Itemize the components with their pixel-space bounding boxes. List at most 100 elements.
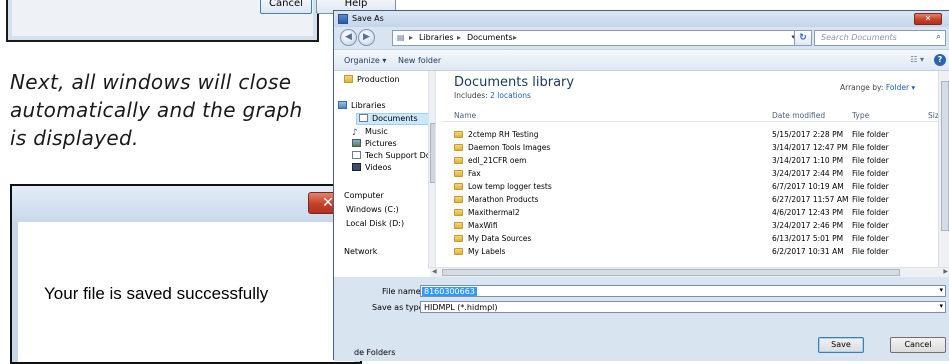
scroll-thumb[interactable] [430, 123, 435, 183]
command-toolbar: Organize ▾ New folder ☷ ▾ ? [334, 49, 949, 71]
list-item[interactable]: Fax 3/24/2017 2:44 PM File folder [442, 168, 940, 179]
message-body: Your file is saved successfully [18, 222, 354, 362]
save-as-dialog: Save As ✕ ◀ ▶ ▤ ▸ Libraries ▸ Documents … [333, 10, 949, 361]
music-icon: ♪ [352, 128, 358, 138]
window-title: Save As [352, 14, 384, 23]
folder-icon [454, 157, 463, 164]
save-type-label: Save as type: [372, 303, 427, 312]
nav-item-music[interactable]: ♪ Music [352, 127, 388, 139]
list-item[interactable]: My Labels 6/2/2017 10:31 AM File folder [442, 246, 940, 257]
cancel-button[interactable]: Cancel [890, 337, 946, 353]
libraries-icon [338, 101, 347, 109]
refresh-button[interactable]: ↻ [794, 30, 812, 46]
app-icon [338, 14, 348, 24]
search-box[interactable]: Search Documents ⌕ [814, 30, 946, 46]
save-type-select[interactable]: HIDMPL (*.hidmpl) ▾ [420, 301, 946, 313]
pictures-icon [352, 139, 361, 147]
file-name-label: File name: [382, 287, 424, 296]
back-button[interactable]: ◀ [340, 29, 357, 46]
nav-item-network[interactable]: Network [344, 247, 377, 259]
arrange-by: Arrange by: Folder ▾ [840, 83, 916, 92]
nav-item-windows-c[interactable]: Windows (C:) [346, 205, 399, 217]
horizontal-scrollbar[interactable]: ◀ ▶ [430, 267, 949, 277]
chevron-right-icon: ▸ [513, 33, 518, 42]
list-item[interactable]: Daemon Tools Images 3/14/2017 12:47 PM Fil… [442, 142, 940, 153]
data-sources-icon [454, 235, 463, 242]
location-icon: ▤ [397, 33, 405, 42]
nav-item-pictures[interactable]: Pictures [352, 139, 397, 151]
navigation-bar: ◀ ▶ ▤ ▸ Libraries ▸ Documents ▸ ▾ ↻ Sear… [334, 27, 949, 49]
documents-icon [352, 151, 361, 159]
help-icon[interactable]: ? [934, 54, 946, 66]
navigation-pane: Production Libraries Documents ♪ Music Pi… [334, 71, 436, 269]
folder-icon [454, 222, 463, 229]
new-folder-button[interactable]: New folder [398, 56, 441, 65]
previous-dialog: Cancel Help [6, 0, 396, 42]
file-name-input[interactable]: 8160300663 ▾ [420, 285, 946, 297]
views-icon[interactable]: ☷ ▾ [910, 55, 924, 64]
list-item[interactable]: Maxithermal2 4/6/2017 12:43 PM File folder [442, 207, 940, 218]
nav-item-tech-support[interactable]: Tech Support Do [352, 151, 431, 163]
file-list: Documents library Includes: 2 locations … [442, 71, 943, 267]
header-divider [442, 121, 940, 122]
folder-icon [454, 248, 463, 255]
success-message: Your file is saved successfully [44, 284, 269, 303]
list-item[interactable]: My Data Sources 6/13/2017 5:01 PM File fol… [442, 233, 940, 244]
nav-item-local-disk-d[interactable]: Local Disk (D:) [346, 219, 404, 231]
breadcrumb-libraries[interactable]: Libraries [419, 33, 454, 42]
list-item[interactable]: edl_21CFR oem 3/14/2017 1:10 PM File folde… [442, 155, 940, 166]
list-item[interactable]: Low temp logger tests 6/7/2017 10:19 AM Fi… [442, 181, 940, 192]
scroll-left-icon[interactable]: ◀ [432, 268, 437, 275]
scroll-thumb[interactable] [941, 81, 949, 231]
search-icon[interactable]: ⌕ [936, 32, 941, 42]
success-message-box: ✕ Your file is saved successfully [10, 184, 362, 364]
folder-icon [454, 209, 463, 216]
close-icon[interactable]: ✕ [914, 13, 942, 25]
chevron-right-icon: ▸ [457, 33, 462, 42]
forward-button[interactable]: ▶ [358, 29, 375, 46]
save-type-value: HIDMPL (*.hidmpl) [424, 303, 498, 312]
nav-item-computer[interactable]: Computer [344, 191, 384, 203]
documents-icon [359, 114, 368, 122]
column-header-date[interactable]: Date modified [772, 111, 825, 120]
cancel-button[interactable]: Cancel [260, 0, 312, 14]
folder-icon [454, 183, 463, 190]
folder-icon [454, 170, 463, 177]
nav-item-libraries[interactable]: Libraries [338, 101, 386, 113]
library-title: Documents library [454, 75, 575, 90]
address-bar[interactable]: ▤ ▸ Libraries ▸ Documents ▸ ▾ [392, 30, 798, 46]
file-list-scrollbar[interactable] [938, 71, 949, 267]
scroll-right-icon[interactable]: ▶ [943, 268, 948, 275]
nav-item-videos[interactable]: Videos [352, 163, 392, 175]
nav-scrollbar[interactable] [428, 71, 435, 269]
list-item[interactable]: MaxWifi 3/24/2017 2:46 PM File folder [442, 220, 940, 231]
library-includes: Includes: 2 locations [454, 91, 531, 100]
content-area: Production Libraries Documents ♪ Music Pi… [334, 71, 949, 277]
save-button[interactable]: Save [818, 337, 864, 353]
breadcrumb-documents[interactable]: Documents [467, 33, 513, 42]
videos-icon [352, 163, 361, 171]
instruction-text: Next, all windows will close automatical… [10, 70, 303, 150]
save-as-titlebar: Save As ✕ [334, 11, 949, 27]
folder-icon [344, 75, 353, 83]
scroll-thumb[interactable] [442, 269, 900, 276]
arrange-by-dropdown[interactable]: Folder ▾ [886, 83, 915, 92]
file-name-value: 8160300663 [422, 287, 477, 296]
column-header-name[interactable]: Name [454, 111, 476, 120]
list-item[interactable]: 2ctemp RH Testing 5/15/2017 2:28 PM File f… [442, 129, 940, 140]
chevron-down-icon[interactable]: ▾ [939, 302, 943, 310]
nav-item-production[interactable]: Production [344, 75, 400, 87]
organize-menu[interactable]: Organize ▾ [344, 56, 386, 65]
save-panel: File name: 8160300663 ▾ Save as type: HI… [334, 277, 949, 361]
chevron-right-icon: ▸ [409, 33, 414, 42]
chevron-down-icon[interactable]: ▾ [939, 286, 943, 294]
column-header-type[interactable]: Type [852, 111, 869, 120]
nav-item-documents[interactable]: Documents [356, 113, 432, 125]
locations-link[interactable]: 2 locations [490, 91, 531, 100]
search-placeholder: Search Documents [821, 33, 897, 42]
folder-icon [454, 196, 463, 203]
folder-icon [454, 131, 463, 138]
folder-icon [454, 144, 463, 151]
list-item[interactable]: Marathon Products 6/27/2017 11:57 AM File … [442, 194, 940, 205]
hide-folders-toggle[interactable]: de Folders [354, 348, 395, 357]
